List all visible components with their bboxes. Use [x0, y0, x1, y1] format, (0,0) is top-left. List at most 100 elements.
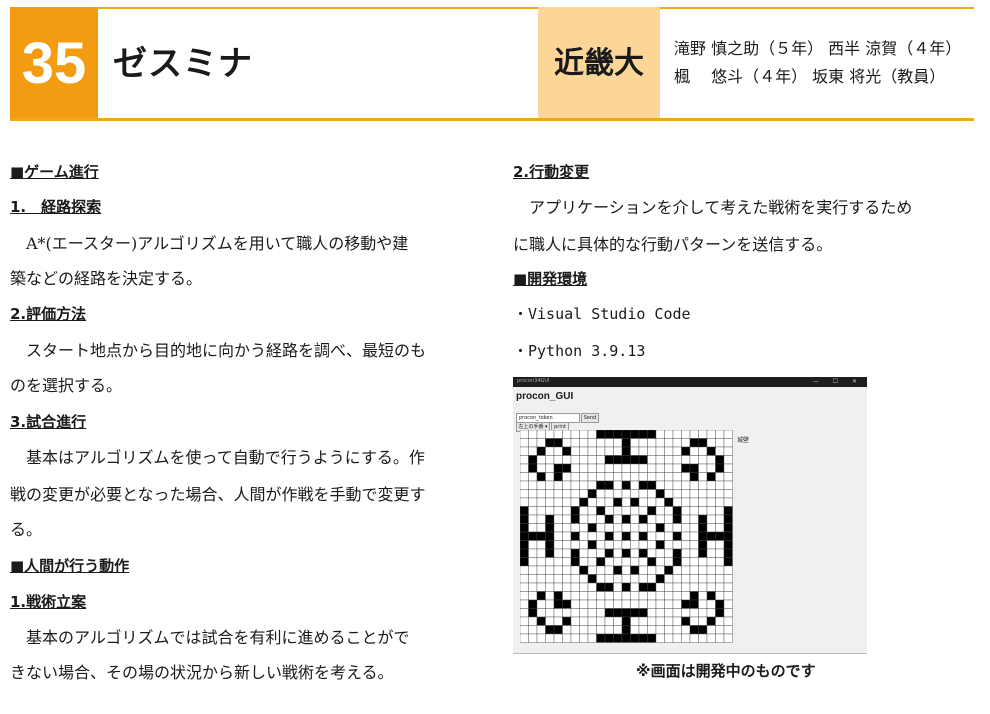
board-cell[interactable]	[613, 430, 623, 439]
game-board[interactable]	[520, 430, 733, 643]
board-cell[interactable]	[536, 472, 546, 482]
board-cell[interactable]	[528, 557, 538, 567]
board-cell[interactable]	[604, 557, 614, 567]
board-cell[interactable]	[587, 438, 597, 448]
board-cell[interactable]	[689, 480, 699, 490]
board-cell[interactable]	[706, 591, 716, 601]
board-cell[interactable]	[545, 616, 555, 626]
board-cell[interactable]	[536, 497, 546, 507]
board-cell[interactable]	[723, 540, 733, 550]
board-cell[interactable]	[681, 616, 691, 626]
board-cell[interactable]	[553, 430, 563, 439]
board-cell[interactable]	[698, 599, 708, 609]
board-cell[interactable]	[536, 455, 546, 465]
board-cell[interactable]	[647, 565, 657, 575]
board-cell[interactable]	[630, 591, 640, 601]
board-cell[interactable]	[545, 455, 555, 465]
board-cell[interactable]	[715, 540, 725, 550]
board-cell[interactable]	[587, 497, 597, 507]
board-cell[interactable]	[638, 472, 648, 482]
board-cell[interactable]	[604, 582, 614, 592]
board-cell[interactable]	[528, 540, 538, 550]
board-cell[interactable]	[630, 489, 640, 499]
board-cell[interactable]	[570, 531, 580, 541]
board-cell[interactable]	[562, 591, 572, 601]
board-cell[interactable]	[647, 455, 657, 465]
board-cell[interactable]	[528, 565, 538, 575]
board-cell[interactable]	[545, 531, 555, 541]
board-cell[interactable]	[689, 446, 699, 456]
board-cell[interactable]	[647, 472, 657, 482]
board-cell[interactable]	[630, 633, 640, 643]
board-cell[interactable]	[613, 463, 623, 473]
board-cell[interactable]	[579, 523, 589, 533]
board-cell[interactable]	[681, 463, 691, 473]
board-cell[interactable]	[630, 608, 640, 618]
board-cell[interactable]	[723, 625, 733, 635]
board-cell[interactable]	[604, 523, 614, 533]
board-cell[interactable]	[553, 574, 563, 584]
board-cell[interactable]	[528, 523, 538, 533]
board-cell[interactable]	[621, 548, 631, 558]
board-cell[interactable]	[621, 574, 631, 584]
board-cell[interactable]	[604, 446, 614, 456]
board-cell[interactable]	[664, 438, 674, 448]
board-cell[interactable]	[536, 582, 546, 592]
board-cell[interactable]	[596, 625, 606, 635]
board-cell[interactable]	[655, 599, 665, 609]
board-cell[interactable]	[553, 514, 563, 524]
board-cell[interactable]	[621, 523, 631, 533]
board-cell[interactable]	[723, 438, 733, 448]
board-cell[interactable]	[579, 574, 589, 584]
board-cell[interactable]	[570, 523, 580, 533]
board-cell[interactable]	[689, 430, 699, 439]
board-cell[interactable]	[604, 455, 614, 465]
board-cell[interactable]	[528, 463, 538, 473]
board-cell[interactable]	[579, 531, 589, 541]
board-cell[interactable]	[604, 506, 614, 516]
board-cell[interactable]	[579, 591, 589, 601]
board-cell[interactable]	[630, 497, 640, 507]
board-cell[interactable]	[520, 497, 529, 507]
board-cell[interactable]	[655, 616, 665, 626]
board-cell[interactable]	[647, 599, 657, 609]
board-cell[interactable]	[630, 472, 640, 482]
board-cell[interactable]	[520, 514, 529, 524]
board-cell[interactable]	[698, 438, 708, 448]
board-cell[interactable]	[638, 574, 648, 584]
board-cell[interactable]	[655, 480, 665, 490]
board-cell[interactable]	[630, 430, 640, 439]
board-cell[interactable]	[562, 599, 572, 609]
board-cell[interactable]	[647, 531, 657, 541]
board-cell[interactable]	[681, 599, 691, 609]
board-cell[interactable]	[562, 446, 572, 456]
board-cell[interactable]	[638, 438, 648, 448]
board-cell[interactable]	[706, 455, 716, 465]
board-cell[interactable]	[528, 599, 538, 609]
board-cell[interactable]	[715, 463, 725, 473]
board-cell[interactable]	[545, 463, 555, 473]
board-cell[interactable]	[655, 540, 665, 550]
board-cell[interactable]	[562, 625, 572, 635]
board-cell[interactable]	[715, 582, 725, 592]
board-cell[interactable]	[536, 625, 546, 635]
board-cell[interactable]	[562, 463, 572, 473]
board-cell[interactable]	[698, 557, 708, 567]
board-cell[interactable]	[655, 565, 665, 575]
board-cell[interactable]	[536, 430, 546, 439]
board-cell[interactable]	[545, 438, 555, 448]
board-cell[interactable]	[596, 455, 606, 465]
board-cell[interactable]	[613, 438, 623, 448]
board-cell[interactable]	[562, 489, 572, 499]
board-cell[interactable]	[723, 531, 733, 541]
board-cell[interactable]	[528, 455, 538, 465]
board-cell[interactable]	[621, 506, 631, 516]
board-cell[interactable]	[672, 430, 682, 439]
board-cell[interactable]	[664, 548, 674, 558]
board-cell[interactable]	[520, 540, 529, 550]
board-cell[interactable]	[715, 548, 725, 558]
board-cell[interactable]	[706, 625, 716, 635]
board-cell[interactable]	[613, 582, 623, 592]
board-cell[interactable]	[698, 582, 708, 592]
board-cell[interactable]	[706, 463, 716, 473]
